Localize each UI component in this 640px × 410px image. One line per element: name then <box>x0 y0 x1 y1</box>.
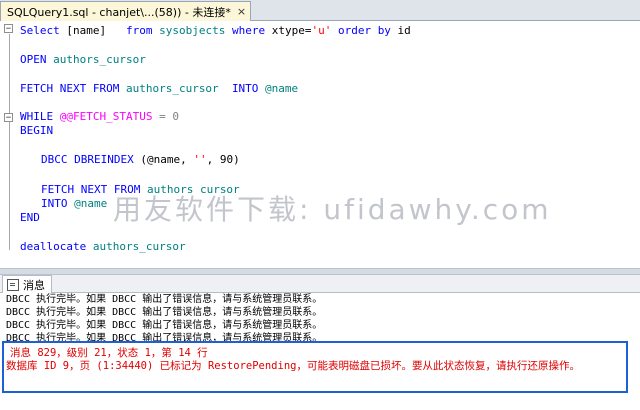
outline-line <box>9 34 10 250</box>
code-token: from <box>125 24 153 37</box>
code-token: = 0 <box>152 110 179 123</box>
code-line-8: INTO @name <box>41 197 107 210</box>
collapse-icon[interactable]: − <box>4 24 13 34</box>
error-highlight-box: 消息 829，级别 21，状态 1，第 14 行 数据库 ID 9，页 (1:3… <box>2 341 628 393</box>
messages-icon <box>7 278 19 291</box>
code-token: WHILE <box>20 110 54 123</box>
close-icon[interactable]: × <box>237 5 246 18</box>
code-token: 'u' <box>311 24 332 37</box>
code-token: deallocate <box>20 240 87 253</box>
code-token: Select <box>20 24 60 37</box>
code-line-10: deallocate authors_cursor <box>20 240 186 253</box>
code-token: @@FETCH_STATUS <box>53 110 153 123</box>
code-token: (@name, <box>133 153 194 166</box>
code-token: '' <box>193 153 207 166</box>
code-line-3: FETCH NEXT FROM authors_cursor INTO @nam… <box>20 82 298 95</box>
outline-line <box>9 123 10 124</box>
code-token: authors_cursor <box>119 82 232 95</box>
query-editor[interactable]: − − Select [name] from sysobjects where … <box>0 21 640 268</box>
error-message-line-1: 消息 829，级别 21，状态 1，第 14 行 <box>10 347 208 359</box>
editor-gutter: − − <box>0 21 14 268</box>
query-document-tab[interactable]: SQLQuery1.sql - chanjet\...(58)) - 未连接* … <box>0 1 252 21</box>
code-token: FETCH NEXT FROM <box>20 82 120 95</box>
code-token: authors_cursor <box>46 53 146 66</box>
code-token: order by <box>337 24 391 37</box>
watermark: 用友软件下载: ufidawhy.com <box>113 193 552 226</box>
code-token: , 90) <box>206 153 240 166</box>
message-line: DBCC 执行完毕。如果 DBCC 输出了错误信息，请与系统管理员联系。 <box>6 320 323 331</box>
code-token: INTO <box>41 197 68 210</box>
code-token: END <box>20 211 40 224</box>
code-token: OPEN <box>20 53 47 66</box>
code-token: @name <box>258 82 299 95</box>
code-token: DBCC DBREINDEX <box>41 153 134 166</box>
message-line: DBCC 执行完毕。如果 DBCC 输出了错误信息，请与系统管理员联系。 <box>6 307 323 318</box>
code-line-5: BEGIN <box>20 124 53 137</box>
code-line-2: OPEN authors_cursor <box>20 53 146 66</box>
document-tab-bar: SQLQuery1.sql - chanjet\...(58)) - 未连接* … <box>0 0 640 21</box>
code-line-6: DBCC DBREINDEX (@name, '', 90) <box>41 153 240 166</box>
code-token: where <box>231 24 266 37</box>
code-line-1: Select [name] from sysobjects where xtyp… <box>20 24 411 37</box>
code-token: sysobjects <box>152 24 232 37</box>
error-message-line-2: 数据库 ID 9，页 (1:34440) 已标记为 RestorePending… <box>6 360 580 372</box>
tab-messages-label: 消息 <box>23 278 45 292</box>
query-tab-title: SQLQuery1.sql - chanjet\...(58)) - 未连接* <box>7 5 231 19</box>
code-token: INTO <box>231 82 259 95</box>
collapse-icon[interactable]: − <box>4 113 13 123</box>
code-token: [name] <box>59 24 126 37</box>
tab-messages[interactable]: 消息 <box>2 275 52 293</box>
code-token: id <box>390 24 411 37</box>
code-token: authors_cursor <box>86 240 186 253</box>
message-line: DBCC 执行完毕。如果 DBCC 输出了错误信息，请与系统管理员联系。 <box>6 294 323 305</box>
results-tab-bar: 消息 <box>0 275 640 293</box>
code-token: @name <box>67 197 108 210</box>
pane-splitter[interactable] <box>0 268 640 275</box>
code-line-9: END <box>20 211 40 224</box>
code-line-4: WHILE @@FETCH_STATUS = 0 <box>20 110 179 123</box>
code-token: xtype= <box>265 24 312 37</box>
code-token: BEGIN <box>20 124 54 137</box>
